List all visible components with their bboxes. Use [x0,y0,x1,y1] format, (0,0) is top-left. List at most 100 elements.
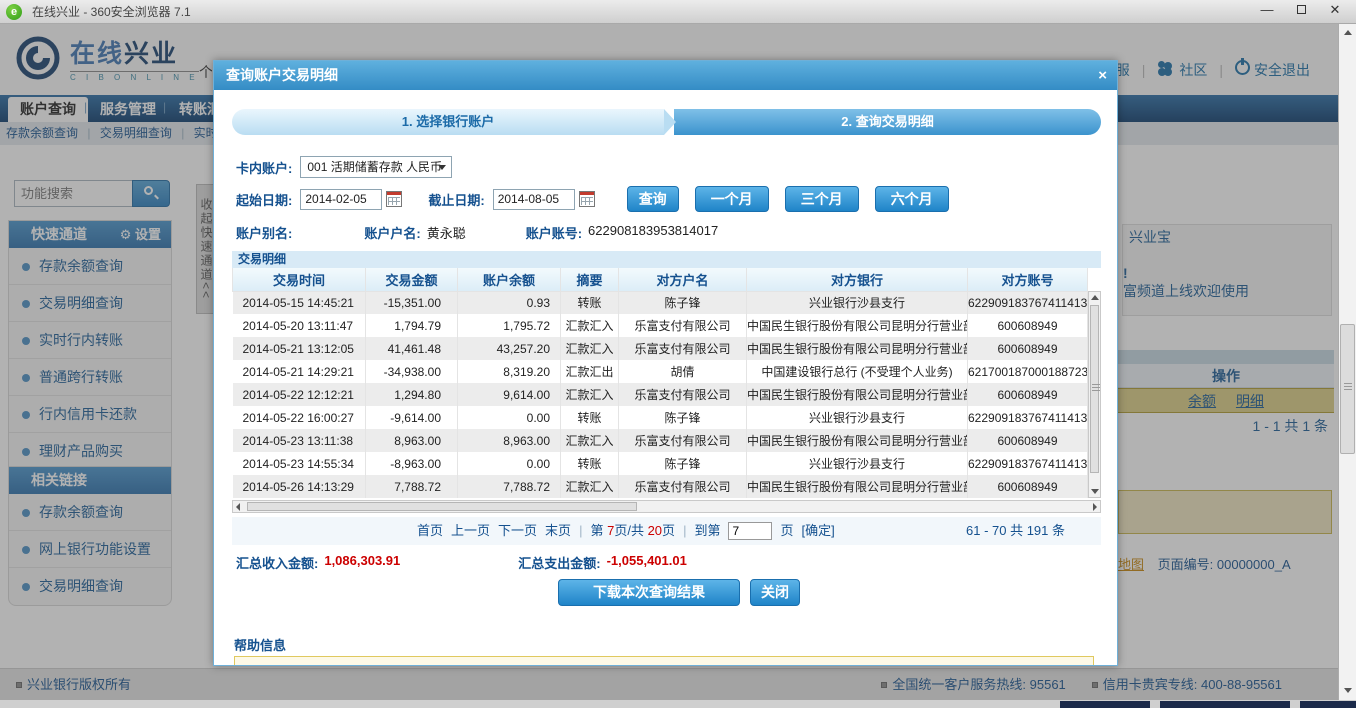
close-window-button[interactable]: ✕ [1318,0,1352,22]
table-horizontal-scrollbar[interactable] [232,500,1101,513]
cell: 7,788.72 [366,475,458,498]
scroll-up-icon[interactable] [1091,295,1099,300]
cell: 中国民生银行股份有限公司昆明分行营业部 [747,337,968,360]
expense-label: 汇总支出金额: [518,553,600,572]
cell: 600608949 [968,429,1088,452]
table-row[interactable]: 2014-05-20 13:11:471,794.791,795.72汇款汇入乐… [233,314,1088,337]
last-page-link[interactable]: 末页 [545,517,571,545]
scroll-down-arrow[interactable] [1341,684,1354,698]
three-month-button[interactable]: 三个月 [785,186,859,212]
cell: 0.00 [458,452,561,475]
cell: 1,795.72 [458,314,561,337]
cell: 中国民生银行股份有限公司昆明分行营业部 [747,314,968,337]
cell: 乐富支付有限公司 [619,429,747,452]
col-amount[interactable]: 交易金额 [366,268,458,291]
income-label: 汇总收入金额: [236,553,318,572]
download-results-button[interactable]: 下载本次查询结果 [558,579,740,606]
hscroll-thumb[interactable] [247,502,637,511]
table-vertical-scrollbar[interactable] [1088,291,1101,498]
table-row[interactable]: 2014-05-23 13:11:388,963.008,963.00汇款汇入乐… [233,429,1088,452]
scroll-up-arrow[interactable] [1341,26,1354,40]
cell: 0.93 [458,291,561,314]
minimize-button[interactable]: — [1250,0,1284,22]
transaction-detail-dialog: 查询账户交易明细 × 1. 选择银行账户 2. 查询交易明细 卡内账户: 001… [213,60,1118,666]
cell: 中国民生银行股份有限公司昆明分行营业部 [747,475,968,498]
chevron-down-icon [438,165,446,170]
cell: 汇款汇出 [561,360,619,383]
scrollbar-thumb[interactable] [1340,324,1355,454]
goto-label: 到第 [694,517,720,545]
prev-page-link[interactable]: 上一页 [451,517,490,545]
start-date-input[interactable] [300,189,382,210]
account-select[interactable]: 001 活期储蓄存款 人民币 [300,156,452,178]
end-date-label: 截止日期: [428,190,484,209]
confirm-page-link[interactable]: [确定] [801,517,834,545]
account-select-label: 卡内账户: [236,158,292,177]
help-box: 可查询指定账户一年以内的交易明细 [234,656,1094,666]
six-month-button[interactable]: 六个月 [875,186,949,212]
scroll-right-icon[interactable] [1093,503,1097,511]
first-page-link[interactable]: 首页 [417,517,443,545]
holder-value: 黄永聪 [427,223,466,242]
table-row[interactable]: 2014-05-22 16:00:27-9,614.000.00转账陈子锋兴业银… [233,406,1088,429]
dialog-close-icon[interactable]: × [1098,61,1107,90]
cell: 转账 [561,291,619,314]
table-row[interactable]: 2014-05-26 14:13:297,788.727,788.72汇款汇入乐… [233,475,1088,498]
cell: 8,963.00 [458,429,561,452]
query-button[interactable]: 查询 [627,186,679,212]
table-header-row: 交易时间 交易金额 账户余额 摘要 对方户名 对方银行 对方账号 [233,268,1088,291]
account-info-row: 账户别名: 账户户名: 黄永聪 账户账号: 622908183953814017 [236,223,718,242]
step-query-detail: 2. 查询交易明细 [674,109,1101,135]
maximize-button[interactable] [1284,0,1318,22]
table-row[interactable]: 2014-05-21 14:29:21-34,938.008,319.20汇款汇… [233,360,1088,383]
cell: 2014-05-22 12:12:21 [233,383,366,406]
col-counterparty[interactable]: 对方户名 [619,268,747,291]
step-arrow-icon [664,109,676,135]
cell: 兴业银行沙县支行 [747,291,968,314]
income-value: 1,086,303.91 [324,553,400,572]
one-month-button[interactable]: 一个月 [695,186,769,212]
record-range: 61 - 70 共 191 条 [966,517,1065,545]
cell: 兴业银行沙县支行 [747,406,968,429]
col-account[interactable]: 对方账号 [968,268,1088,291]
page-scrollbar[interactable] [1338,24,1356,700]
transactions-table: 交易时间 交易金额 账户余额 摘要 对方户名 对方银行 对方账号 2014-05… [232,268,1088,498]
cell: 转账 [561,406,619,429]
calendar-icon[interactable] [386,191,402,207]
cell: 汇款汇入 [561,314,619,337]
scroll-left-icon[interactable] [236,503,240,511]
table-row[interactable]: 2014-05-21 13:12:0541,461.4843,257.20汇款汇… [233,337,1088,360]
next-page-link[interactable]: 下一页 [498,517,537,545]
table-scroll-thumb[interactable] [1090,305,1099,473]
table-section-title: 交易明细 [232,251,1101,268]
account-number-label: 账户账号: [526,223,582,242]
screen: e 在线兴业 - 360安全浏览器 7.1 — ✕ 在线兴业 C I B O N… [0,0,1356,708]
cell: 600608949 [968,383,1088,406]
cell: 中国建设银行总行 (不受理个人业务) [747,360,968,383]
cell: 622909183767411413 [968,291,1088,314]
table-row[interactable]: 2014-05-22 12:12:211,294.809,614.00汇款汇入乐… [233,383,1088,406]
cell: 陈子锋 [619,291,747,314]
cell: -8,963.00 [366,452,458,475]
cell: 2014-05-26 14:13:29 [233,475,366,498]
scroll-down-icon[interactable] [1091,489,1099,494]
cell: 2014-05-23 13:11:38 [233,429,366,452]
cell: 汇款汇入 [561,337,619,360]
cell: 汇款汇入 [561,475,619,498]
calendar-icon[interactable] [579,191,595,207]
col-time[interactable]: 交易时间 [233,268,366,291]
table-row[interactable]: 2014-05-23 14:55:34-8,963.000.00转账陈子锋兴业银… [233,452,1088,475]
goto-page-input[interactable] [728,522,772,540]
close-dialog-button[interactable]: 关闭 [750,579,800,606]
start-date-label: 起始日期: [236,190,292,209]
cell: 乐富支付有限公司 [619,383,747,406]
goto-suffix: 页 [780,517,793,545]
table-row[interactable]: 2014-05-15 14:45:21-15,351.000.93转账陈子锋兴业… [233,291,1088,314]
end-date-input[interactable] [493,189,575,210]
cell: -34,938.00 [366,360,458,383]
help-title: 帮助信息 [234,635,286,654]
col-bank[interactable]: 对方银行 [747,268,968,291]
col-summary[interactable]: 摘要 [561,268,619,291]
col-balance[interactable]: 账户余额 [458,268,561,291]
cell: -9,614.00 [366,406,458,429]
